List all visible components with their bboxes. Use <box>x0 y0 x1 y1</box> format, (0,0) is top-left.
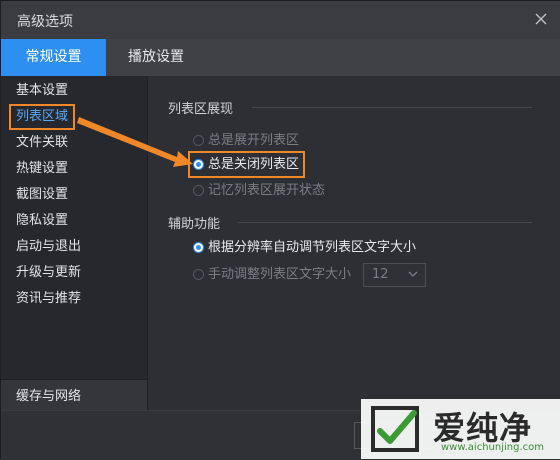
tab-general-settings[interactable]: 常规设置 <box>1 39 106 76</box>
radio-remember-state-label: 记忆列表区展开状态 <box>208 183 326 198</box>
radio-icon <box>193 242 204 253</box>
watermark: 爱纯净 www.aichunjing.com <box>361 399 560 459</box>
sidebar-item-news[interactable]: 资讯与推荐 <box>16 288 81 310</box>
sidebar-item-screenshot[interactable]: 截图设置 <box>16 184 68 206</box>
radio-manual-font-size-label: 手动调整列表区文字大小 <box>208 267 352 282</box>
sidebar-item-cache-network[interactable]: 缓存与网络 <box>1 379 147 410</box>
annotation-arrow <box>77 117 193 167</box>
radio-auto-font-size-label: 根据分辨率自动调节列表区文字大小 <box>208 240 417 255</box>
option-highlight-box <box>188 151 305 178</box>
sidebar-item-startup-exit[interactable]: 启动与退出 <box>16 236 81 258</box>
sidebar-item-cache-label: 缓存与网络 <box>16 389 82 404</box>
radio-icon <box>193 269 204 280</box>
sidebar-item-hotkeys[interactable]: 热键设置 <box>16 158 68 180</box>
sidebar-item-file-association[interactable]: 文件关联 <box>16 132 68 154</box>
chevron-down-icon <box>408 271 418 277</box>
title-bar: 高级选项 <box>1 1 560 39</box>
aux-section-title: 辅助功能 <box>168 217 221 232</box>
sidebar-item-privacy[interactable]: 隐私设置 <box>16 210 68 232</box>
dialog-window: 高级选项 常规设置 播放设置 基本设置 列表区域 文件关联 热键设置 截图设置 … <box>0 0 560 460</box>
window-title: 高级选项 <box>17 14 73 30</box>
watermark-url: www.aichunjing.com <box>441 442 544 453</box>
list-section-divider <box>252 107 532 108</box>
sidebar-highlight-box <box>9 104 75 130</box>
close-icon[interactable] <box>531 9 551 29</box>
tab-bar: 常规设置 播放设置 <box>1 39 560 76</box>
font-size-value: 12 <box>372 267 389 282</box>
tab-playback-settings[interactable]: 播放设置 <box>106 39 206 76</box>
radio-always-expand-label: 总是展开列表区 <box>208 133 300 148</box>
sidebar-item-update[interactable]: 升级与更新 <box>16 262 81 284</box>
settings-content: 列表区展现 总是展开列表区 总是关闭列表区 记忆列表区展开状态 辅助功能 根据分… <box>148 76 560 410</box>
aux-section-divider <box>238 222 532 223</box>
font-size-select[interactable]: 12 <box>363 263 426 287</box>
watermark-logo-icon <box>371 406 419 452</box>
radio-icon <box>193 185 204 196</box>
sidebar-item-basic[interactable]: 基本设置 <box>16 80 68 102</box>
